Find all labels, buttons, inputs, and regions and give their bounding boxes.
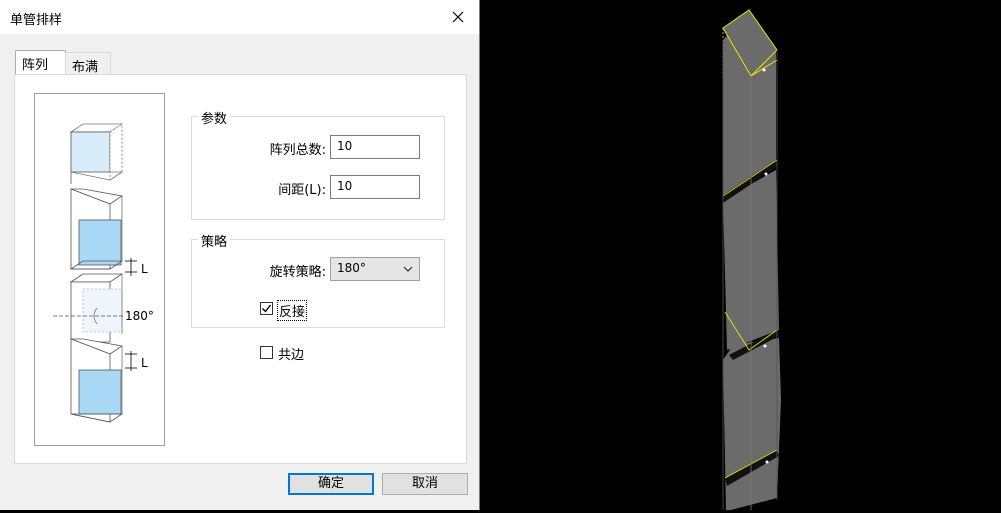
common-edge-checkbox[interactable] [260, 346, 273, 359]
cancel-button[interactable]: 取消 [382, 473, 468, 495]
title-bar: 单管排样 [0, 0, 479, 34]
array-count-label: 阵列总数: [269, 143, 326, 158]
check-icon [262, 304, 272, 313]
tube-1-shape [69, 123, 124, 184]
tube-render [722, 9, 781, 510]
rotate-strategy-label: 旋转策略: [269, 265, 326, 280]
tube-segment-bottom [723, 338, 781, 510]
dim-label-bottom: L [141, 356, 148, 370]
marker-2 [764, 172, 768, 176]
marker-3 [763, 344, 767, 348]
strategy-group-label: 策略 [198, 231, 231, 250]
array-count-input[interactable]: 10 [330, 135, 420, 159]
dimension-top: L [125, 258, 148, 276]
dimension-bottom: L [125, 351, 148, 371]
marker-4 [765, 460, 769, 464]
pipe-array-diagram: L 180° L [53, 123, 154, 423]
spacing-label: 间距(L): [278, 183, 326, 198]
tab-fill[interactable]: 布满 [65, 52, 111, 75]
tube-4-shape [70, 338, 124, 423]
tube-2-shape [69, 188, 124, 270]
ok-button[interactable]: 确定 [288, 473, 374, 495]
chevron-down-icon [403, 266, 413, 272]
spacing-input[interactable]: 10 [330, 175, 420, 199]
reverse-checkbox[interactable] [260, 302, 273, 315]
dialog-title: 单管排样 [10, 13, 63, 28]
rotate-strategy-select[interactable]: 180° [330, 257, 420, 281]
params-group-label: 参数 [198, 108, 231, 127]
rotation-label: 180° [125, 309, 154, 323]
rotate-strategy-value: 180° [337, 261, 366, 275]
tube-nesting-dialog: 单管排样 阵列 布满 L 180° L 参数 阵列总数: 10 间距(L): 1… [0, 0, 480, 510]
strategy-group [191, 239, 445, 328]
tube-3-shape: 180° [53, 273, 154, 343]
3d-viewport[interactable] [481, 0, 1001, 510]
reverse-label[interactable]: 反接 [277, 300, 308, 321]
preview-illustration: L 180° L [34, 93, 165, 446]
common-edge-label[interactable]: 共边 [278, 344, 304, 363]
params-group [191, 116, 445, 220]
close-icon[interactable] [447, 6, 469, 28]
marker-1 [762, 68, 766, 72]
dim-label-top: L [141, 262, 148, 276]
tab-array[interactable]: 阵列 [15, 50, 66, 75]
